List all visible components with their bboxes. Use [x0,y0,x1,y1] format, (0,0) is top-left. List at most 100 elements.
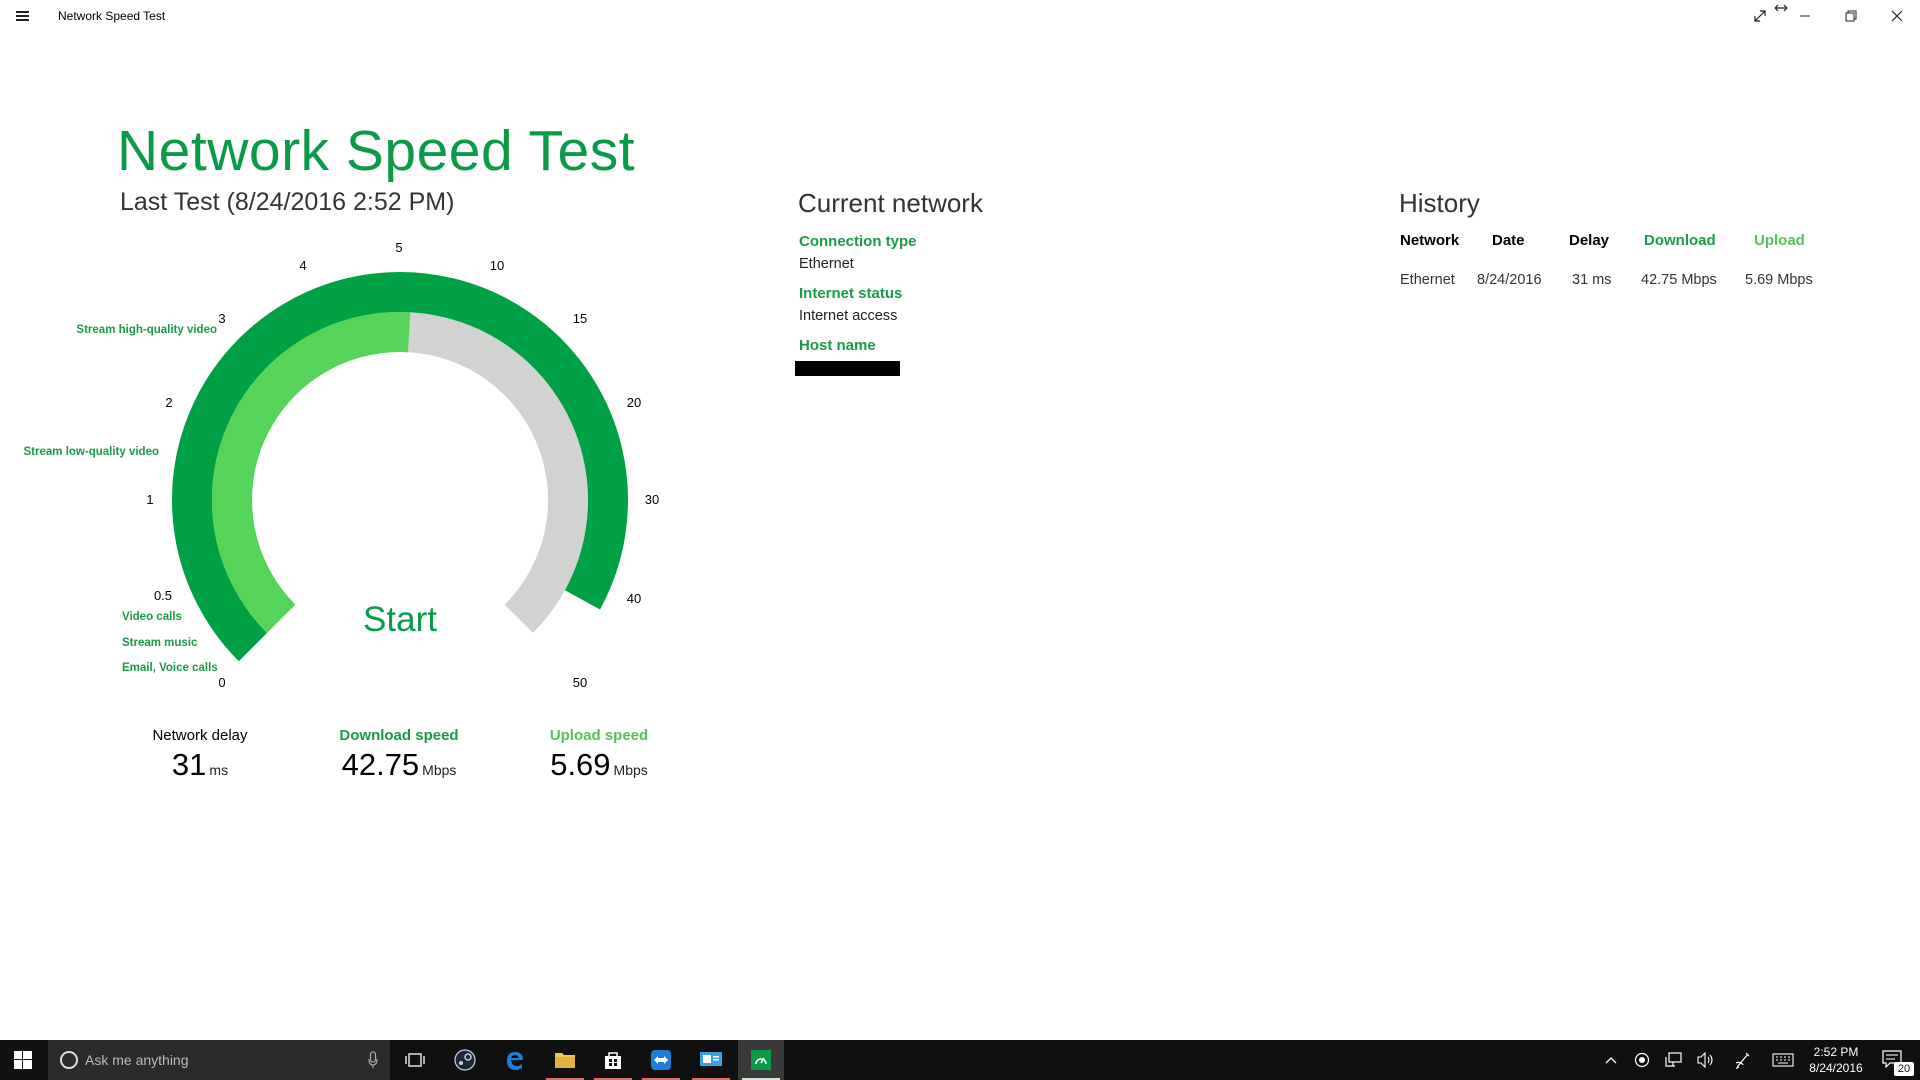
keyboard-icon [1772,1053,1794,1067]
start-button[interactable]: Start [342,600,458,656]
history-col-upload: Upload [1754,232,1805,249]
steam-icon [454,1049,476,1071]
gauge-tick-40: 40 [627,591,641,606]
pen-icon [1735,1052,1750,1069]
gauge-tick-3: 3 [218,311,225,326]
gauge-tick-30: 30 [645,492,659,507]
gauge-tick-5: 5 [395,240,402,255]
menu-line-icon [16,11,29,13]
speedometer-icon [751,1050,771,1070]
volume-tray-button[interactable] [1691,1040,1721,1080]
gauge-tick-1: 1 [146,492,153,507]
pen-tray-button[interactable] [1728,1040,1758,1080]
gauge-tick-20: 20 [627,395,641,410]
gauge-tick-15: 15 [573,311,587,326]
last-test-label: Last Test (8/24/2016 2:52 PM) [120,188,455,216]
menu-line-icon [16,19,29,21]
record-icon [1634,1052,1650,1068]
cortana-icon [60,1051,78,1069]
clock-time: 2:52 PM [1813,1045,1859,1059]
history-col-download: Download [1644,232,1716,249]
close-icon [1891,10,1903,22]
gauge-tick-10: 10 [490,258,504,273]
taskbar-clock[interactable]: 2:52 PM 8/24/2016 [1804,1044,1868,1076]
steam-app-button[interactable] [442,1040,488,1080]
download-speed-unit: Mbps [422,762,457,778]
speaker-icon [1697,1052,1713,1068]
minimize-icon [1800,15,1810,17]
action-center-button[interactable]: 20 [1872,1040,1920,1080]
store-app-button[interactable] [590,1040,636,1080]
page-title: Network Speed Test [117,119,636,183]
start-menu-button[interactable] [0,1040,46,1080]
windows-logo-icon [14,1051,32,1069]
internet-status-label: Internet status [799,285,903,302]
indicator-low-quality-video: Stream low-quality video [24,446,159,458]
edge-icon [507,1052,523,1070]
indicator-video-calls: Video calls [122,611,182,623]
internet-status-value: Internet access [799,308,898,324]
network-tray-button[interactable] [1659,1040,1689,1080]
touch-keyboard-button[interactable] [1766,1040,1800,1080]
host-name-redacted [795,361,900,376]
upload-speed-unit: Mbps [613,762,648,778]
download-speed-stat: Download speed 42.75 Mbps [328,727,470,783]
host-name-label: Host name [799,337,876,354]
edge-app-button[interactable] [492,1040,538,1080]
network-delay-value-row: 31 ms [130,747,270,783]
gauge-tick-4: 4 [299,258,306,273]
history-heading: History [1399,188,1480,218]
store-bag-icon [605,1052,621,1069]
chevron-up-icon [1605,1057,1617,1064]
file-explorer-button[interactable] [542,1040,588,1080]
clock-date: 8/24/2016 [1809,1061,1863,1075]
indicator-stream-music: Stream music [122,637,198,649]
history-cell-network: Ethernet [1400,272,1455,288]
ethernet-icon [1665,1052,1682,1067]
teamviewer-icon [651,1050,671,1070]
connection-type-label: Connection type [799,233,917,250]
minimize-button[interactable] [1782,0,1828,32]
gauge-tick-0.5: 0.5 [154,588,172,603]
download-speed-value: 42.75 [341,747,420,782]
task-view-button[interactable] [392,1040,438,1080]
remote-desktop-app-button[interactable] [688,1040,734,1080]
notification-count-badge: 20 [1894,1062,1914,1076]
history-cell-download: 42.75 Mbps [1641,272,1717,288]
menu-line-icon [16,15,29,17]
hamburger-menu-button[interactable] [10,4,36,28]
connection-type-value: Ethernet [799,256,854,272]
search-placeholder: Ask me anything [85,1052,189,1068]
network-delay-stat: Network delay 31 ms [130,727,270,783]
history-cell-delay: 31 ms [1572,272,1612,288]
network-delay-value: 31 [171,747,207,782]
gauge-tick-2: 2 [165,395,172,410]
indicator-email-voice: Email, Voice calls [122,662,218,674]
network-delay-unit: ms [209,762,229,778]
monitor-icon [700,1052,722,1066]
tray-app-button[interactable] [1627,1040,1657,1080]
network-speed-test-app-button[interactable] [738,1040,784,1080]
download-speed-label: Download speed [339,727,459,744]
download-speed-value-row: 42.75 Mbps [328,747,470,783]
taskbar: Ask me anything 2:52 PM 8/24/2016 20 [0,1040,1920,1080]
restore-button[interactable] [1828,0,1874,32]
current-network-heading: Current network [798,188,983,218]
task-view-icon [405,1053,425,1067]
history-col-delay: Delay [1569,232,1610,249]
network-delay-label: Network delay [152,727,248,744]
folder-icon [555,1053,575,1068]
microphone-icon[interactable] [368,1051,378,1069]
restore-icon [1845,10,1857,22]
search-input[interactable]: Ask me anything [48,1040,390,1080]
show-hidden-icons-button[interactable] [1596,1040,1626,1080]
history-col-network: Network [1400,232,1460,249]
window-title: Network Speed Test [58,9,166,23]
upload-speed-stat: Upload speed 5.69 Mbps [538,727,660,783]
indicator-high-quality-video: Stream high-quality video [76,324,217,336]
gauge-tick-50: 50 [573,675,587,690]
upload-speed-value-row: 5.69 Mbps [538,747,660,783]
close-button[interactable] [1874,0,1920,32]
history-cell-date: 8/24/2016 [1477,272,1542,288]
teamviewer-app-button[interactable] [638,1040,684,1080]
